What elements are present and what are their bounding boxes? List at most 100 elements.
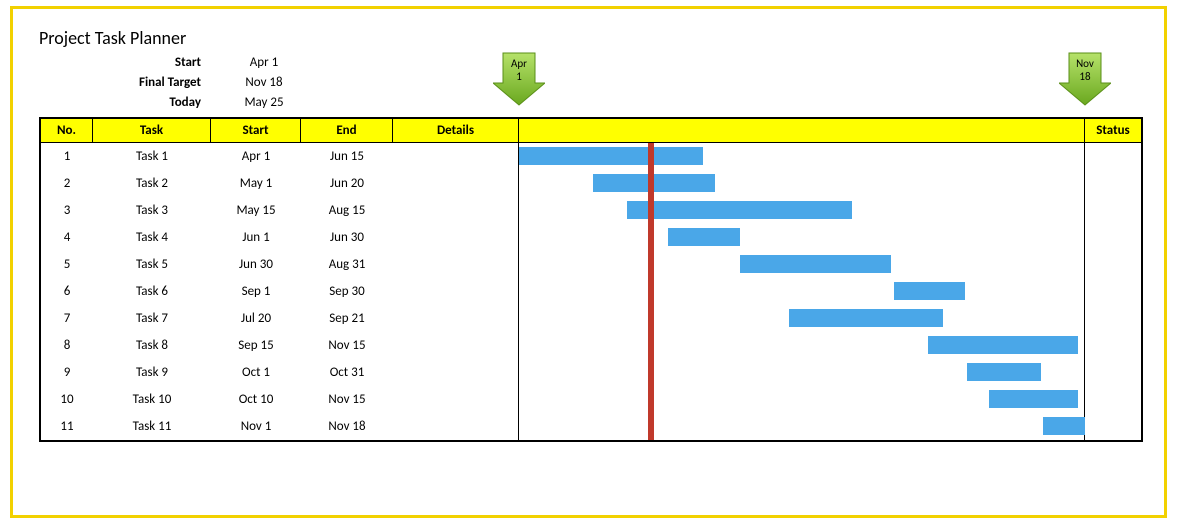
cell-status bbox=[1085, 359, 1141, 386]
start-marker-arrow: Apr1 bbox=[493, 51, 545, 107]
col-header-end: End bbox=[301, 119, 393, 142]
col-header-status: Status bbox=[1085, 119, 1141, 142]
meta-block: Start Apr 1 Final Target Nov 18 Today Ma… bbox=[39, 53, 339, 113]
cell-gantt bbox=[519, 197, 1085, 224]
cell-status bbox=[1085, 224, 1141, 251]
cell-gantt bbox=[519, 170, 1085, 197]
cell-end: Jun 20 bbox=[301, 170, 393, 197]
cell-no: 11 bbox=[41, 413, 93, 440]
cell-gantt bbox=[519, 278, 1085, 305]
cell-details bbox=[393, 359, 519, 386]
cell-task: Task 10 bbox=[93, 386, 211, 413]
table-row: 4Task 4Jun 1Jun 30 bbox=[41, 224, 1141, 251]
cell-status bbox=[1085, 332, 1141, 359]
cell-task: Task 3 bbox=[93, 197, 211, 224]
cell-gantt bbox=[519, 359, 1085, 386]
cell-status bbox=[1085, 170, 1141, 197]
meta-today-value: May 25 bbox=[219, 93, 309, 113]
meta-start-value: Apr 1 bbox=[219, 53, 309, 73]
cell-details bbox=[393, 413, 519, 440]
col-header-task: Task bbox=[93, 119, 211, 142]
cell-end: Jun 30 bbox=[301, 224, 393, 251]
cell-start: Jun 30 bbox=[211, 251, 301, 278]
cell-details bbox=[393, 332, 519, 359]
meta-final-label: Final Target bbox=[39, 73, 219, 93]
table-row: 11Task 11Nov 1Nov 18 bbox=[41, 413, 1141, 440]
gantt-bar bbox=[1043, 417, 1085, 435]
cell-status bbox=[1085, 413, 1141, 440]
table-header: No. Task Start End Details Status bbox=[41, 119, 1141, 143]
cell-task: Task 8 bbox=[93, 332, 211, 359]
cell-task: Task 11 bbox=[93, 413, 211, 440]
cell-no: 10 bbox=[41, 386, 93, 413]
cell-start: May 1 bbox=[211, 170, 301, 197]
table-row: 2Task 2May 1Jun 20 bbox=[41, 170, 1141, 197]
gantt-bar bbox=[668, 228, 739, 246]
table-body: 1Task 1Apr 1Jun 152Task 2May 1Jun 203Tas… bbox=[41, 143, 1141, 440]
cell-task: Task 5 bbox=[93, 251, 211, 278]
cell-gantt bbox=[519, 332, 1085, 359]
page-title: Project Task Planner bbox=[39, 27, 1156, 49]
gantt-bar bbox=[967, 363, 1041, 381]
cell-gantt bbox=[519, 413, 1085, 440]
cell-status bbox=[1085, 251, 1141, 278]
cell-details bbox=[393, 224, 519, 251]
cell-gantt bbox=[519, 224, 1085, 251]
cell-details bbox=[393, 386, 519, 413]
gantt-bar bbox=[627, 201, 852, 219]
cell-start: Nov 1 bbox=[211, 413, 301, 440]
cell-end: Oct 31 bbox=[301, 359, 393, 386]
cell-details bbox=[393, 197, 519, 224]
cell-no: 1 bbox=[41, 143, 93, 170]
cell-end: Nov 15 bbox=[301, 332, 393, 359]
cell-gantt bbox=[519, 251, 1085, 278]
cell-task: Task 7 bbox=[93, 305, 211, 332]
gantt-bar bbox=[894, 282, 965, 300]
cell-no: 2 bbox=[41, 170, 93, 197]
cell-gantt bbox=[519, 143, 1085, 170]
cell-end: Aug 15 bbox=[301, 197, 393, 224]
cell-start: Oct 1 bbox=[211, 359, 301, 386]
col-header-no: No. bbox=[41, 119, 93, 142]
cell-task: Task 1 bbox=[93, 143, 211, 170]
end-marker-arrow: Nov18 bbox=[1059, 51, 1111, 107]
today-line bbox=[648, 143, 654, 440]
cell-status bbox=[1085, 143, 1141, 170]
cell-details bbox=[393, 305, 519, 332]
table-row: 9Task 9Oct 1Oct 31 bbox=[41, 359, 1141, 386]
meta-today-label: Today bbox=[39, 93, 219, 113]
cell-task: Task 2 bbox=[93, 170, 211, 197]
cell-start: Sep 1 bbox=[211, 278, 301, 305]
page-frame: Project Task Planner Start Apr 1 Final T… bbox=[10, 6, 1167, 518]
cell-status bbox=[1085, 305, 1141, 332]
cell-end: Nov 15 bbox=[301, 386, 393, 413]
table-row: 10Task 10Oct 10Nov 15 bbox=[41, 386, 1141, 413]
cell-end: Aug 31 bbox=[301, 251, 393, 278]
cell-start: Oct 10 bbox=[211, 386, 301, 413]
table-row: 6Task 6Sep 1Sep 30 bbox=[41, 278, 1141, 305]
cell-no: 4 bbox=[41, 224, 93, 251]
cell-no: 5 bbox=[41, 251, 93, 278]
cell-details bbox=[393, 170, 519, 197]
table-row: 3Task 3May 15Aug 15 bbox=[41, 197, 1141, 224]
gantt-bar bbox=[989, 390, 1077, 408]
cell-start: May 15 bbox=[211, 197, 301, 224]
cell-start: Jun 1 bbox=[211, 224, 301, 251]
gantt-bar bbox=[519, 147, 703, 165]
cell-status bbox=[1085, 386, 1141, 413]
cell-task: Task 6 bbox=[93, 278, 211, 305]
gantt-bar bbox=[740, 255, 892, 273]
cell-details bbox=[393, 143, 519, 170]
cell-gantt bbox=[519, 386, 1085, 413]
cell-end: Sep 21 bbox=[301, 305, 393, 332]
gantt-bar bbox=[789, 309, 943, 327]
cell-no: 8 bbox=[41, 332, 93, 359]
cell-end: Jun 15 bbox=[301, 143, 393, 170]
cell-start: Jul 20 bbox=[211, 305, 301, 332]
cell-start: Sep 15 bbox=[211, 332, 301, 359]
cell-task: Task 4 bbox=[93, 224, 211, 251]
cell-status bbox=[1085, 197, 1141, 224]
cell-no: 3 bbox=[41, 197, 93, 224]
cell-start: Apr 1 bbox=[211, 143, 301, 170]
table-row: 7Task 7Jul 20Sep 21 bbox=[41, 305, 1141, 332]
